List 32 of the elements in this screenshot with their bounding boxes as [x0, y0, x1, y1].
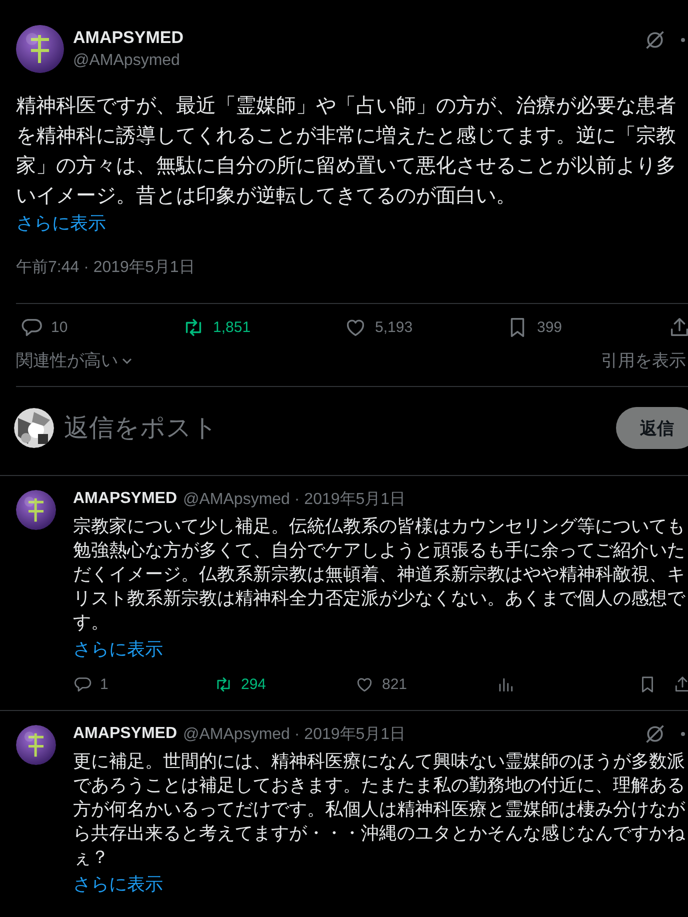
post-timestamp[interactable]: 午前7:44 · 2019年5月1日 — [16, 257, 195, 278]
post-text: 精神科医ですが、最近「霊媒師」や「占い師」の方が、治療が必要な患者を精神科に誘導してくれることが非常に増えたと感じてます。逆に「宗教家」の方々は、無駄に自分の所に留め置いて悪化させることが以前より多いイメージ。昔とは印象が逆転してきてるのが面白い。 — [16, 94, 677, 209]
repost-button[interactable]: 294 — [214, 675, 355, 694]
share-icon — [673, 675, 688, 694]
author-handle[interactable]: @AMApsymed — [73, 52, 635, 70]
like-button[interactable]: 5,193 — [344, 316, 506, 339]
author-handle[interactable]: @AMApsymed · 2019年5月1日 — [183, 488, 688, 510]
reply-icon — [20, 316, 43, 339]
repost-button[interactable]: 1,851 — [182, 316, 344, 339]
bookmark-button[interactable]: 399 — [506, 316, 668, 339]
sort-dropdown[interactable]: 関連性が高い — [16, 349, 134, 372]
like-button[interactable]: 821 — [355, 675, 496, 694]
author-handle[interactable]: @AMApsymed · 2019年5月1日 — [183, 724, 638, 744]
show-more-link[interactable]: さらに表示 — [73, 637, 163, 661]
reply-input[interactable]: 返信をポスト — [64, 414, 606, 442]
share-icon — [668, 316, 688, 339]
slashed-circle-icon[interactable] — [644, 29, 666, 51]
reply-button[interactable]: 返信 — [616, 407, 688, 449]
reply-text: 更に補足。世間的には、精神科医療になんて興味ない霊媒師のほうが多数派であろうことは補足しておきます。たまたま私の勤務地の付近に、理解ある方が何名かいるってだけです。私個人は精神科医療と霊媒師は棲み分けながら共存出来ると考えてますが・・・沖縄のユタとかそんな感じなんですかねぇ？ — [73, 750, 686, 869]
like-icon — [355, 675, 374, 694]
reply-button[interactable]: 10 — [20, 316, 182, 339]
show-more-link[interactable]: さらに表示 — [73, 872, 163, 896]
author-name[interactable]: AMAPSYMED — [73, 490, 178, 508]
reply-button[interactable]: 1 — [73, 675, 214, 694]
show-more-link[interactable]: さらに表示 — [16, 211, 106, 235]
reply-text: 宗教家について少し補足。伝統仏教系の皆様はカウンセリング等についても勉強熱心な方が多くて、自分でケアしようと頑張るも手に余ってご紹介いただくイメージ。仏教系新宗教は無頓着、神道系新宗教はやや精神科敵視、キリスト教系新宗教は精神科全力否定派が少なくない。あくまで個人の感想です。 — [73, 515, 686, 634]
author-name[interactable]: AMAPSYMED — [73, 28, 635, 48]
slashed-circle-icon[interactable] — [644, 723, 666, 745]
repost-icon — [214, 675, 233, 694]
reply-icon — [73, 675, 92, 694]
view-quotes-link[interactable]: 引用を表示 — [601, 349, 688, 372]
author-name[interactable]: AMAPSYMED — [73, 725, 178, 743]
